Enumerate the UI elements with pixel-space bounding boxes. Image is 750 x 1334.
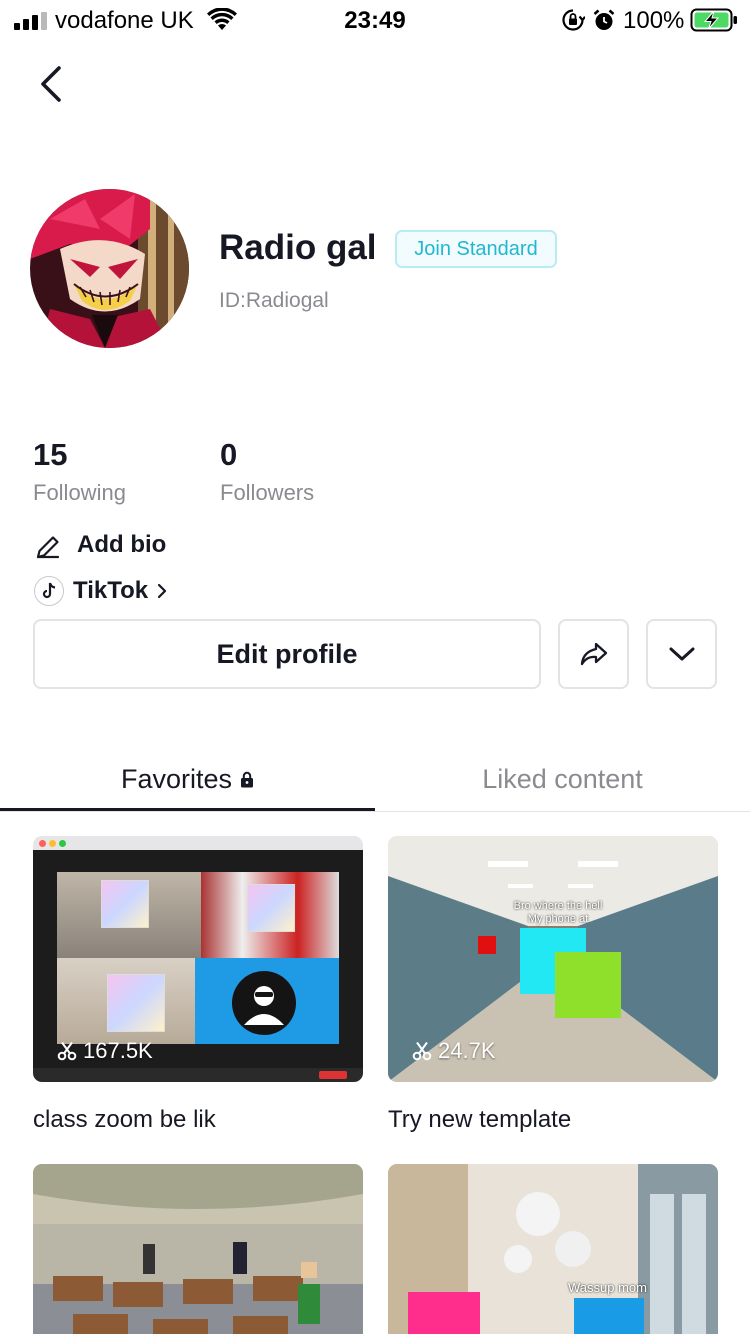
scissors-icon — [412, 1041, 432, 1061]
back-button[interactable] — [34, 62, 70, 106]
avatar[interactable] — [30, 189, 189, 348]
chevron-right-icon — [158, 583, 167, 599]
more-options-button[interactable] — [646, 619, 717, 689]
tab-liked-content[interactable]: Liked content — [375, 748, 750, 810]
card-overlay-text: Wassup mom — [568, 1280, 647, 1295]
following-label: Following — [33, 480, 126, 505]
tab-favorites[interactable]: Favorites — [0, 748, 375, 810]
chevron-down-icon — [669, 647, 694, 661]
battery-percent: 100% — [623, 7, 685, 34]
join-standard-badge[interactable]: Join Standard — [395, 230, 557, 268]
tiktok-link-label: TikTok — [73, 577, 149, 604]
video-card[interactable] — [33, 1164, 363, 1334]
alarm-icon — [593, 9, 615, 30]
video-title: class zoom be lik — [33, 1106, 216, 1133]
scissors-icon — [57, 1041, 77, 1061]
tiktok-logo-icon — [34, 576, 64, 606]
tiktok-link[interactable]: TikTok — [34, 575, 168, 607]
followers-label: Followers — [220, 480, 315, 505]
edit-profile-button[interactable]: Edit profile — [33, 619, 541, 689]
status-bar: vodafone UK 23:49 100% — [0, 0, 750, 40]
battery-charging-icon — [690, 8, 737, 32]
following-count: 15 — [33, 437, 68, 472]
tab-divider — [0, 811, 750, 812]
card-remix-count: 167.5K — [57, 1038, 153, 1064]
display-name: Radio gal — [219, 228, 377, 267]
lock-icon — [241, 771, 254, 787]
video-title: Try new template — [388, 1106, 572, 1133]
user-id: ID:Radiogal — [219, 289, 329, 312]
card-overlay-text: Bro where the hell My phone at — [513, 900, 603, 925]
share-arrow-icon — [580, 642, 607, 666]
video-card[interactable]: Bro where the hell My phone at 24.7K — [388, 836, 718, 1082]
video-card[interactable]: Wassup mom — [388, 1164, 718, 1334]
tab-favorites-label: Favorites — [120, 763, 233, 794]
card-remix-count: 24.7K — [412, 1038, 496, 1064]
add-bio-button[interactable]: Add bio — [77, 531, 166, 559]
pencil-icon — [36, 536, 60, 559]
video-card[interactable]: 167.5K — [33, 836, 363, 1082]
orientation-lock-icon — [562, 9, 585, 31]
share-profile-button[interactable] — [558, 619, 629, 689]
followers-count: 0 — [220, 437, 238, 472]
